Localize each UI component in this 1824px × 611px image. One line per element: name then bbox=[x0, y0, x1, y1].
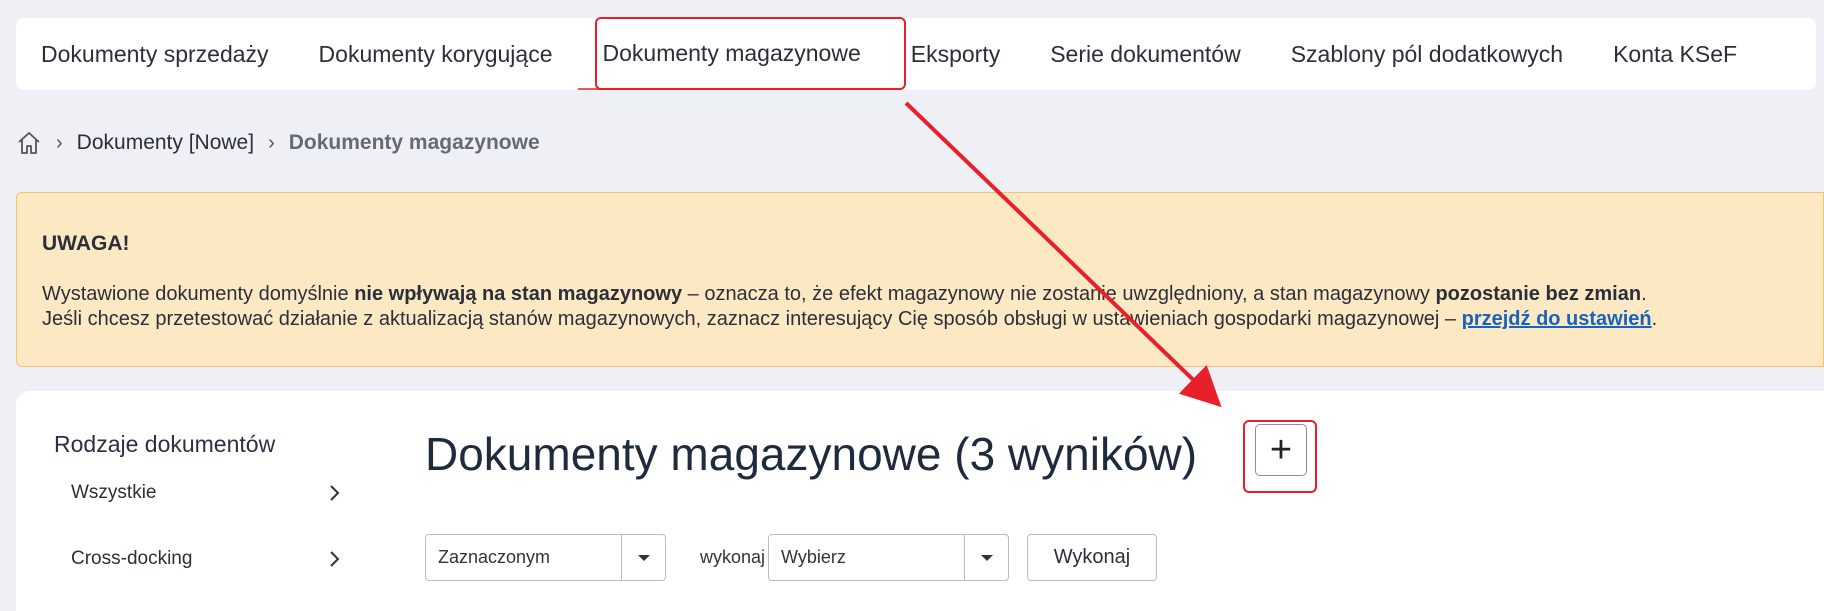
breadcrumb-separator: › bbox=[268, 131, 275, 154]
tab-label: Szablony pól dodatkowych bbox=[1290, 40, 1564, 67]
warning-banner: UWAGA! Wystawione dokumenty domyślnie ni… bbox=[16, 192, 1824, 367]
warning-text: – oznacza to, że efekt magazynowy nie zo… bbox=[682, 283, 1436, 305]
sidebar-item-label: Wszystkie bbox=[71, 482, 157, 503]
page-title: Dokumenty magazynowe (3 wyników) bbox=[425, 428, 1198, 480]
warning-emphasis: nie wpływają na stan magazynowy bbox=[354, 283, 683, 305]
tab-dokumenty-sprzedazy[interactable]: Dokumenty sprzedaży bbox=[16, 18, 294, 90]
top-tab-bar: Dokumenty sprzedaży Dokumenty korygujące… bbox=[16, 18, 1816, 90]
chevron-right-icon bbox=[327, 483, 341, 503]
chevron-down-icon bbox=[964, 535, 1008, 580]
tab-label: Eksporty bbox=[910, 40, 1001, 67]
warning-line-2: Jeśli chcesz przetestować działanie z ak… bbox=[42, 307, 1798, 332]
tab-eksporty[interactable]: Eksporty bbox=[886, 18, 1025, 90]
selection-select-value: Zaznaczonym bbox=[438, 547, 551, 567]
settings-link[interactable]: przejdź do ustawień bbox=[1462, 308, 1652, 330]
breadcrumb-item-current: Dokumenty magazynowe bbox=[288, 131, 540, 154]
tab-konta-ksef[interactable]: Konta KSeF bbox=[1588, 18, 1762, 90]
sidebar-title: Rodzaje dokumentów bbox=[54, 431, 276, 457]
breadcrumb-separator: › bbox=[56, 131, 63, 154]
plus-icon: + bbox=[1269, 429, 1293, 471]
warning-line-1: Wystawione dokumenty domyślnie nie wpływ… bbox=[42, 282, 1798, 307]
warning-text: Wystawione dokumenty domyślnie bbox=[42, 283, 355, 305]
breadcrumb-item-dokumenty-nowe[interactable]: Dokumenty [Nowe] bbox=[77, 131, 254, 155]
tab-label: Serie dokumentów bbox=[1050, 40, 1241, 67]
sidebar-item-label: Cross-docking bbox=[71, 548, 193, 569]
warning-title: UWAGA! bbox=[42, 232, 130, 255]
tab-label: Dokumenty sprzedaży bbox=[41, 40, 269, 67]
add-document-button[interactable]: + bbox=[1255, 424, 1307, 476]
warning-text: . bbox=[1651, 308, 1658, 330]
tab-dokumenty-korygujace[interactable]: Dokumenty korygujące bbox=[294, 18, 578, 90]
chevron-right-icon bbox=[327, 549, 341, 569]
home-icon[interactable] bbox=[16, 130, 42, 156]
tab-dokumenty-magazynowe[interactable]: Dokumenty magazynowe bbox=[577, 18, 886, 90]
warning-emphasis: pozostanie bez zmian bbox=[1435, 283, 1642, 305]
tab-szablony-pol-dodatkowych[interactable]: Szablony pól dodatkowych bbox=[1266, 18, 1588, 90]
warning-text: . bbox=[1641, 283, 1647, 305]
tab-label: Konta KSeF bbox=[1613, 40, 1738, 67]
execute-label: wykonaj bbox=[700, 547, 766, 567]
breadcrumb: › Dokumenty [Nowe] › Dokumenty magazynow… bbox=[16, 126, 540, 160]
chevron-down-icon bbox=[621, 535, 665, 580]
tab-label: Dokumenty magazynowe bbox=[602, 39, 861, 66]
execute-button[interactable]: Wykonaj bbox=[1027, 534, 1157, 581]
sidebar-item-cross-docking[interactable]: Cross-docking bbox=[71, 539, 341, 579]
main-card: Rodzaje dokumentów Wszystkie Cross-docki… bbox=[16, 391, 1824, 611]
tab-serie-dokumentow[interactable]: Serie dokumentów bbox=[1025, 18, 1266, 90]
sidebar-item-wszystkie[interactable]: Wszystkie bbox=[71, 473, 341, 513]
selection-select[interactable]: Zaznaczonym bbox=[425, 534, 666, 581]
action-select-value: Wybierz bbox=[781, 547, 846, 567]
action-select[interactable]: Wybierz bbox=[768, 534, 1009, 581]
warning-text: Jeśli chcesz przetestować działanie z ak… bbox=[42, 308, 1462, 330]
tab-label: Dokumenty korygujące bbox=[318, 40, 553, 67]
